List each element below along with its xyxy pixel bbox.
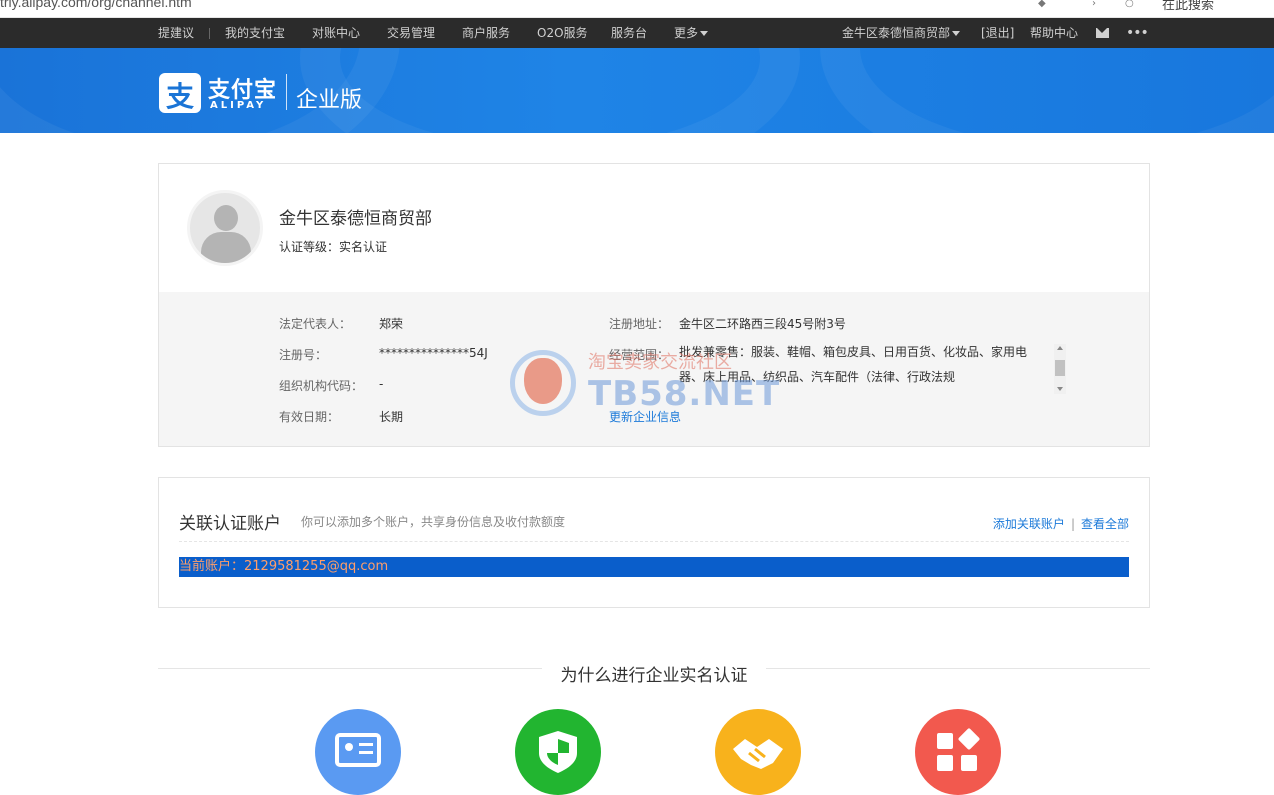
linked-accounts-card: 关联认证账户 你可以添加多个账户，共享身份信息及收付款额度 添加关联账户 | 查看全… <box>158 477 1150 608</box>
company-name: 金牛区泰德恒商贸部 <box>279 209 432 229</box>
scroll-thumb[interactable] <box>1055 360 1065 376</box>
nav-more-label: 更多 <box>674 26 699 40</box>
user-silhouette-body <box>201 232 251 263</box>
scope-label: 经营范围： <box>609 348 670 362</box>
chevron-down-icon <box>700 31 709 36</box>
org-code-label: 组织机构代码： <box>279 379 364 393</box>
certification-level: 认证等级：实名认证 <box>279 240 388 254</box>
nav-o2o[interactable]: O2O服务 <box>537 18 588 48</box>
nav-reconciliation[interactable]: 对账中心 <box>312 18 360 48</box>
enterprise-details: 法定代表人： 郑荣 注册号： ***************54J 组织机构代码… <box>159 292 1149 446</box>
nav-feedback[interactable]: 提建议 <box>158 18 194 48</box>
address-value: 金牛区二环路西三段45号附3号 <box>679 317 846 331</box>
search-icon[interactable]: ○ <box>1125 0 1134 9</box>
more-dots-icon[interactable]: ••• <box>1126 25 1149 41</box>
add-linked-account-link[interactable]: 添加关联账户 <box>993 517 1065 531</box>
logout-link[interactable]: [退出] <box>981 18 1014 48</box>
why-section-title: 为什么进行企业实名认证 <box>560 666 748 686</box>
legal-rep-label: 法定代表人： <box>279 317 352 331</box>
header-banner: 支 支付宝 ALIPAY 企业版 <box>0 48 1274 133</box>
banner-decoration <box>820 48 1274 133</box>
nav-transactions[interactable]: 交易管理 <box>387 18 435 48</box>
account-menu[interactable]: 金牛区泰德恒商贸部 <box>842 18 961 48</box>
legal-rep-value: 郑荣 <box>379 317 404 331</box>
scroll-up-icon[interactable] <box>1057 346 1063 350</box>
nav-merchant-services[interactable]: 商户服务 <box>462 18 510 48</box>
scope-value: 批发兼零售：服装、鞋帽、箱包皮具、日用百货、化妆品、家用电器、床上用品、纺织品、… <box>679 345 1028 384</box>
mail-icon[interactable] <box>1096 28 1109 38</box>
view-all-link[interactable]: 查看全部 <box>1081 517 1129 531</box>
logo-wordmark-en: ALIPAY <box>210 100 267 111</box>
linked-accounts-title: 关联认证账户 <box>179 514 281 534</box>
alipay-logo-icon[interactable]: 支 <box>159 73 201 113</box>
linked-accounts-actions: 添加关联账户 | 查看全部 <box>993 515 1129 532</box>
url-text[interactable]: trly.alipay.com/org/channel.htm <box>0 0 192 10</box>
edition-label: 企业版 <box>296 88 363 113</box>
org-code-value: - <box>379 377 384 391</box>
forward-icon[interactable]: › <box>1092 0 1096 9</box>
banner-decoration <box>300 48 800 133</box>
valid-date-value: 长期 <box>379 410 404 424</box>
update-enterprise-info-link[interactable]: 更新企业信息 <box>609 408 681 425</box>
shield-icon <box>515 709 601 795</box>
current-account-row[interactable]: 当前账户：2129581255@qq.com <box>179 557 1129 577</box>
handshake-icon <box>715 709 801 795</box>
reg-no-value: ***************54J <box>379 346 488 360</box>
valid-date-label: 有效日期： <box>279 410 340 424</box>
user-silhouette-icon <box>214 205 238 231</box>
help-center-link[interactable]: 帮助中心 <box>1030 18 1078 48</box>
action-divider: | <box>1070 517 1075 531</box>
section-divider <box>179 541 1129 542</box>
scroll-down-icon[interactable] <box>1057 387 1063 391</box>
browser-search-label[interactable]: 在此搜索 <box>1162 0 1214 13</box>
nav-service-desk[interactable]: 服务台 <box>611 18 647 48</box>
logo-divider <box>286 74 287 110</box>
account-name: 金牛区泰德恒商贸部 <box>842 26 951 40</box>
enterprise-profile-card: 金牛区泰德恒商贸部 认证等级：实名认证 法定代表人： 郑荣 注册号： *****… <box>158 163 1150 447</box>
scope-scrollbar[interactable] <box>1054 344 1066 394</box>
chevron-down-icon <box>952 31 961 36</box>
logo-glyph: 支 <box>165 80 194 113</box>
linked-accounts-subtitle: 你可以添加多个账户，共享身份信息及收付款额度 <box>301 515 566 529</box>
reg-no-label: 注册号： <box>279 348 328 362</box>
nav-my-alipay[interactable]: 我的支付宝 <box>225 18 285 48</box>
id-card-icon <box>315 709 401 795</box>
pin-icon[interactable]: ◆ <box>1038 0 1046 9</box>
apps-icon <box>915 709 1001 795</box>
nav-more[interactable]: 更多 <box>674 18 709 48</box>
browser-address-bar[interactable]: trly.alipay.com/org/channel.htm ◆ › ○ 在此… <box>0 0 1274 18</box>
address-label: 注册地址： <box>609 317 670 331</box>
top-navigation: 提建议 我的支付宝 对账中心 交易管理 商户服务 O2O服务 服务台 更多 金牛… <box>0 18 1274 48</box>
nav-separator <box>209 28 210 39</box>
avatar <box>187 190 263 266</box>
